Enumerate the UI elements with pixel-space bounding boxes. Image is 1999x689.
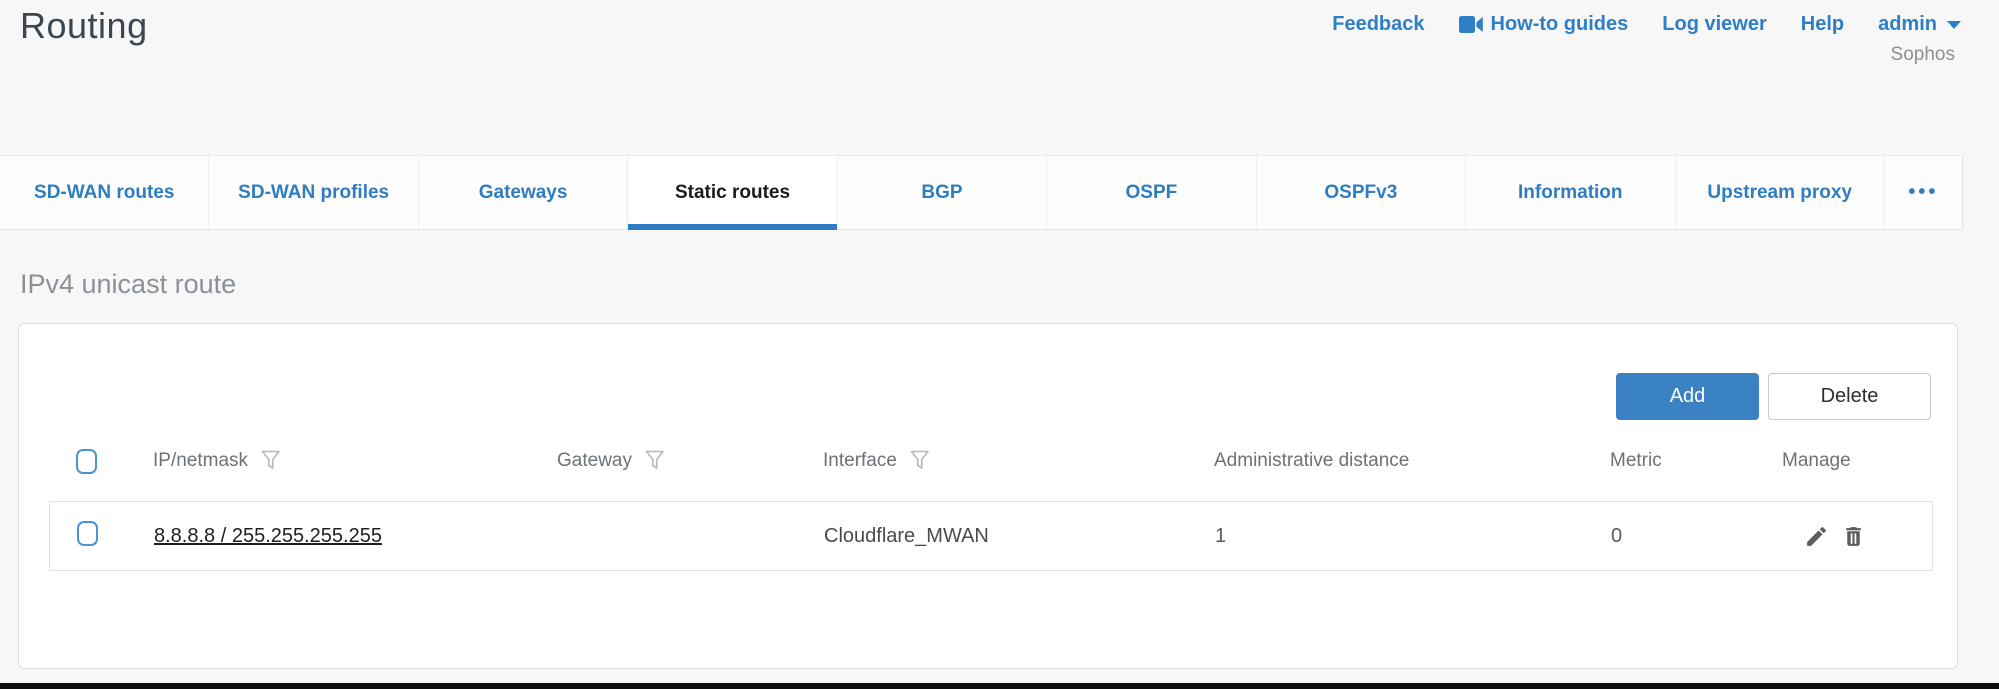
header-select-cell [49,449,153,474]
ip-netmask-filter-icon[interactable] [261,450,281,472]
metric-cell: 0 [1611,525,1783,548]
interface-cell: Cloudflare_MWAN [824,525,1215,548]
ip-netmask-label: IP/netmask [153,450,248,472]
column-header-interface: Interface [823,450,1214,472]
add-button[interactable]: Add [1616,373,1759,420]
help-link[interactable]: Help [1801,13,1844,36]
feedback-link[interactable]: Feedback [1332,13,1424,36]
tab-sd-wan-profiles[interactable]: SD-WAN profiles [208,156,417,229]
manage-cell [1783,524,1932,549]
tab-static-routes[interactable]: Static routes [627,156,836,229]
manage-label: Manage [1782,450,1851,472]
gateway-label: Gateway [557,450,632,472]
delete-button[interactable]: Delete [1768,373,1931,420]
tab-bgp[interactable]: BGP [837,156,1046,229]
metric-label: Metric [1610,450,1662,472]
row-select-cell [50,521,154,552]
column-header-manage: Manage [1782,450,1933,472]
routing-page: Routing Feedback How-to guides Log viewe… [0,0,1999,689]
admin-label: admin [1878,13,1937,36]
bottom-edge-strip [0,683,1999,689]
tab-ospfv3[interactable]: OSPFv3 [1256,156,1465,229]
more-tabs-button[interactable]: ••• [1884,156,1962,229]
edit-icon[interactable] [1804,524,1829,549]
tab-gateways[interactable]: Gateways [418,156,627,229]
page-title: Routing [20,5,148,47]
admin-distance-label: Administrative distance [1214,450,1409,472]
tab-ospf[interactable]: OSPF [1046,156,1255,229]
video-camera-icon [1459,16,1483,33]
route-link[interactable]: 8.8.8.8 / 255.255.255.255 [154,525,382,547]
column-header-admin-distance: Administrative distance [1214,450,1610,472]
feedback-label: Feedback [1332,13,1424,36]
ip-netmask-cell: 8.8.8.8 / 255.255.255.255 [154,525,558,548]
table-toolbar: Add Delete [1616,373,1931,420]
interface-label: Interface [823,450,897,472]
column-header-ip-netmask: IP/netmask [153,450,557,472]
top-nav: Feedback How-to guides Log viewer Help a… [1332,13,1961,36]
howto-guides-label: How-to guides [1491,13,1629,36]
brand-label: Sophos [1891,44,1955,66]
chevron-down-icon [1947,21,1961,29]
admin-distance-cell: 1 [1215,525,1611,548]
howto-guides-link[interactable]: How-to guides [1459,13,1629,36]
trash-icon[interactable] [1841,524,1866,549]
tab-sd-wan-routes[interactable]: SD-WAN routes [0,156,208,229]
interface-filter-icon[interactable] [910,450,930,472]
row-checkbox[interactable] [77,521,98,546]
select-all-checkbox[interactable] [76,449,97,474]
tab-upstream-proxy[interactable]: Upstream proxy [1675,156,1884,229]
table-row: 8.8.8.8 / 255.255.255.255 Cloudflare_MWA… [49,501,1933,571]
ipv4-unicast-route-card: Add Delete IP/netmask Gateway Interfac [18,323,1958,669]
admin-menu[interactable]: admin [1878,13,1961,36]
help-label: Help [1801,13,1844,36]
section-title: IPv4 unicast route [20,269,236,300]
log-viewer-link[interactable]: Log viewer [1662,13,1766,36]
log-viewer-label: Log viewer [1662,13,1766,36]
tab-bar: SD-WAN routes SD-WAN profiles Gateways S… [0,155,1963,230]
table-header: IP/netmask Gateway Interface Administrat… [49,444,1933,478]
column-header-metric: Metric [1610,450,1782,472]
column-header-gateway: Gateway [557,450,823,472]
gateway-filter-icon[interactable] [645,450,665,472]
tab-information[interactable]: Information [1465,156,1674,229]
